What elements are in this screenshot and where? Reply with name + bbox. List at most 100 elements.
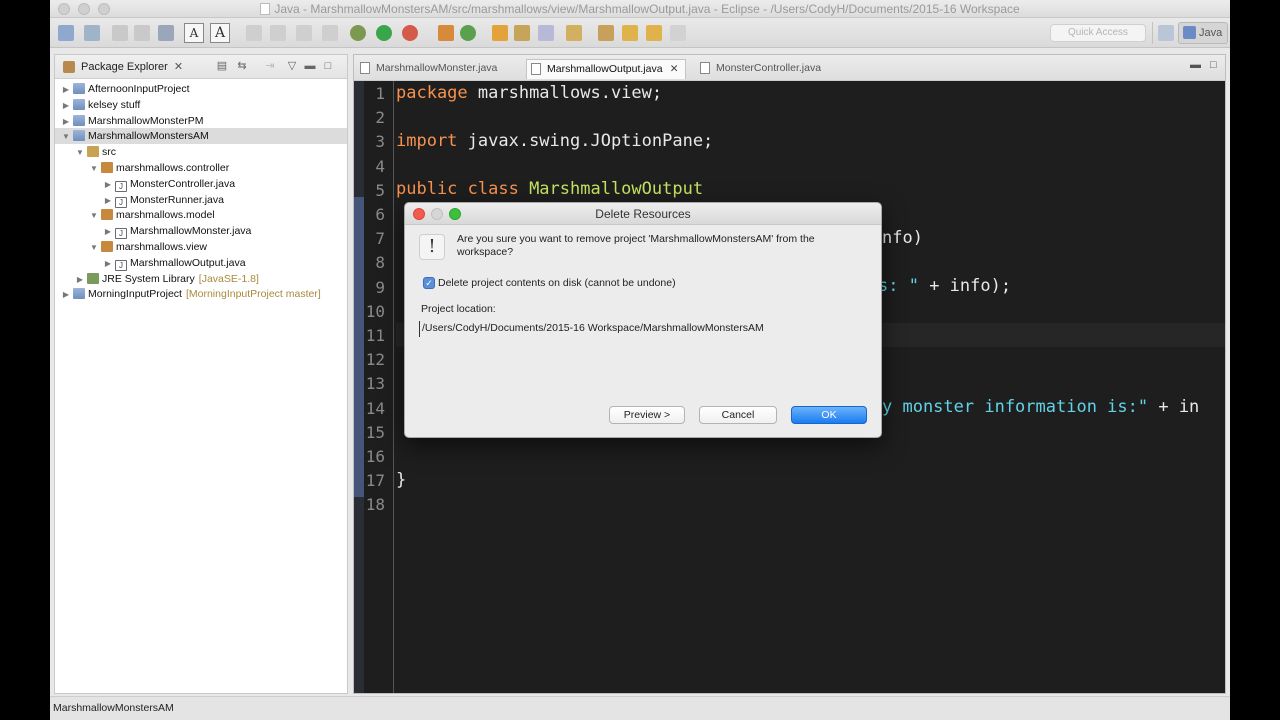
chevron-right-icon[interactable]: ▶ [61,287,71,303]
chevron-right-icon[interactable]: ▶ [75,272,85,288]
run-icon[interactable] [376,25,392,41]
code-line-5: public class MarshmallowOutput [396,179,704,199]
line-number: 1 [375,84,385,103]
tree-item-label: JRE System Library [102,272,195,285]
tab-marshmallow-monster[interactable]: MarshmallowMonster.java [356,59,497,79]
tree-item[interactable]: ▼ marshmallows.view [55,239,347,255]
tab-marshmallow-output[interactable]: MarshmallowOutput.java ✕ [526,59,686,79]
new-icon[interactable] [58,25,74,41]
chevron-right-icon[interactable]: ▶ [61,98,71,114]
collapse-all-icon[interactable]: ▤ [215,59,229,73]
code-line-17: } [396,470,407,490]
tree-item[interactable]: ▶ J MonsterController.java [55,176,347,192]
chevron-down-icon[interactable]: ▼ [89,208,99,224]
cancel-button[interactable]: Cancel [699,406,777,424]
window-title: Java - MarshmallowMonstersAM/src/marshma… [50,2,1230,16]
open-type-icon[interactable] [492,25,508,41]
view-menu-icon[interactable]: ▽ [285,59,299,73]
chevron-right-icon[interactable]: ▶ [103,177,113,193]
java-perspective-button[interactable]: Java [1178,22,1228,44]
source-folder-icon [87,146,99,158]
package-icon [101,162,113,173]
next-annotation-icon[interactable] [598,25,614,41]
tree-item[interactable]: ▶ JRE System Library [JavaSE-1.8] [55,271,347,287]
tree-item[interactable]: ▼ marshmallows.model [55,207,347,223]
tree-item[interactable]: ▶ J MarshmallowOutput.java [55,255,347,271]
preview-button[interactable]: Preview > [609,406,685,424]
tree-item-label: MarshmallowMonster.java [130,225,252,238]
line-number: 13 [365,374,385,394]
tree-item[interactable]: ▶ AfternoonInputProject [55,81,347,97]
minimize-view-icon[interactable]: ▬ [303,59,317,73]
close-icon[interactable]: ✕ [174,61,183,73]
chevron-right-icon[interactable]: ▶ [61,114,71,130]
toggle-mark-icon[interactable] [566,25,582,41]
save-icon[interactable] [112,25,128,41]
increase-font-button[interactable]: A [210,23,230,43]
chevron-right-icon[interactable]: ▶ [61,82,71,98]
project-icon [73,83,85,94]
save-all-icon[interactable] [134,25,150,41]
link-with-editor-icon[interactable]: ⇆ [235,59,249,73]
tree-item[interactable]: ▶ J MonsterRunner.java [55,192,347,208]
dialog-message: Are you sure you want to remove project … [457,233,815,258]
tree-item[interactable]: ▶ J MarshmallowMonster.java [55,223,347,240]
tree-item[interactable]: ▼ src [55,144,347,160]
tree-item[interactable]: ▼ MarshmallowMonstersAM [55,128,347,145]
project-location-label: Project location: [421,303,496,315]
chevron-down-icon[interactable]: ▼ [75,145,85,161]
minimize-editor-icon[interactable]: ▬ [1190,59,1201,71]
chevron-down-icon[interactable]: ▼ [89,240,99,256]
run-external-icon[interactable] [402,25,418,41]
delete-contents-checkbox[interactable]: ✓ [423,277,435,289]
pin-icon[interactable] [158,25,174,41]
new-class-icon[interactable] [460,25,476,41]
line-number: 6 [375,205,385,224]
chevron-right-icon[interactable]: ▶ [103,256,113,272]
delete-contents-label[interactable]: Delete project contents on disk (cannot … [438,277,676,289]
tree-item[interactable]: ▼ marshmallows.controller [55,160,347,176]
java-file-icon: J [115,228,127,240]
debug-icon[interactable] [350,25,366,41]
ok-button[interactable]: OK [791,406,867,424]
chevron-down-icon[interactable]: ▼ [61,129,71,145]
line-number: 12 [365,350,385,370]
quick-access-field[interactable]: Quick Access [1050,24,1146,42]
tab-monster-controller[interactable]: MonsterController.java [696,59,821,79]
maximize-editor-icon[interactable]: □ [1210,59,1217,71]
open-perspective-icon[interactable] [1158,25,1174,41]
tree-item[interactable]: ▶ kelsey stuff [55,97,347,113]
code-line-14: y monster information is:" + in [882,397,1200,417]
package-explorer-header: Package Explorer ✕ ▤ ⇆ ⇥ ▽ ▬ □ [55,55,347,79]
open-icon[interactable] [84,25,100,41]
selection-marker [354,197,364,497]
forward-icon[interactable] [646,25,662,41]
tree-item[interactable]: ▶ MarshmallowMonsterPM [55,113,347,129]
package-explorer: Package Explorer ✕ ▤ ⇆ ⇥ ▽ ▬ □ ▶ Afternoon… [54,54,348,694]
title-bar: Java - MarshmallowMonstersAM/src/marshma… [50,0,1230,18]
tab-package-explorer[interactable]: Package Explorer ✕ [59,58,191,76]
tree-item-label: src [102,146,116,159]
maximize-view-icon[interactable]: □ [321,59,335,73]
decrease-font-button[interactable]: A [184,23,204,43]
project-icon [73,98,85,110]
line-number-ruler: 1 2 3 4 5 6 7 8 9 10 11 12 13 14 15 16 17 18 [364,81,394,693]
line-number: 15 [365,422,385,442]
tree-item-label: MonsterRunner.java [130,193,224,206]
line-number: 14 [365,398,385,418]
line-number: 5 [375,180,385,200]
forward-disabled-icon [670,25,686,41]
tree-item[interactable]: ▶ MorningInputProject [MorningInputProject… [55,286,347,302]
line-number: 9 [375,277,385,297]
chevron-down-icon[interactable]: ▼ [89,161,99,177]
chevron-right-icon[interactable]: ▶ [103,224,113,240]
chevron-right-icon[interactable]: ▶ [103,193,113,209]
close-icon[interactable]: ✕ [670,60,679,78]
new-java-project-icon[interactable] [438,25,454,41]
java-file-icon [700,62,710,74]
tree-item-label: MarshmallowOutput.java [130,256,246,269]
open-task-icon[interactable] [514,25,530,41]
search-icon[interactable] [538,25,554,41]
package-icon [101,209,113,221]
back-icon[interactable] [622,25,638,41]
